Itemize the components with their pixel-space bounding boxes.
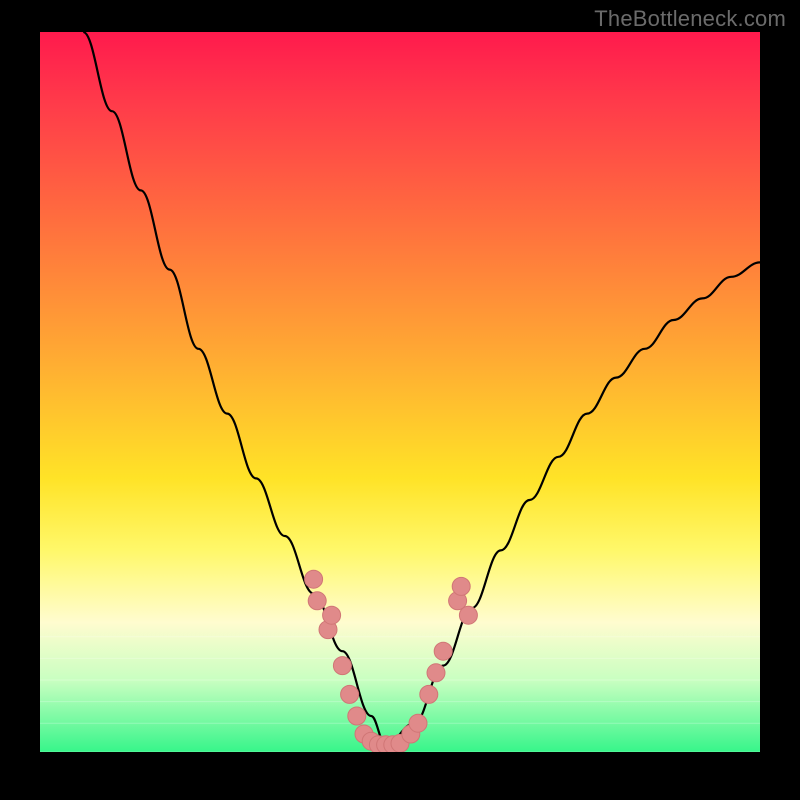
outer-frame: TheBottleneck.com <box>0 0 800 800</box>
scatter-dot <box>333 657 351 675</box>
scatter-dot <box>348 707 366 725</box>
scatter-dot <box>323 606 341 624</box>
watermark-text: TheBottleneck.com <box>594 6 786 32</box>
plot-area <box>40 32 760 752</box>
scatter-dot <box>341 685 359 703</box>
scatter-markers <box>305 570 478 752</box>
scatter-dot <box>308 592 326 610</box>
chart-svg <box>40 32 760 752</box>
scatter-dot <box>427 664 445 682</box>
scatter-dot <box>452 577 470 595</box>
scatter-dot <box>409 714 427 732</box>
scatter-dot <box>459 606 477 624</box>
curve-left-arm <box>83 32 385 745</box>
scatter-dot <box>434 642 452 660</box>
scatter-dot <box>420 685 438 703</box>
scatter-dot <box>305 570 323 588</box>
